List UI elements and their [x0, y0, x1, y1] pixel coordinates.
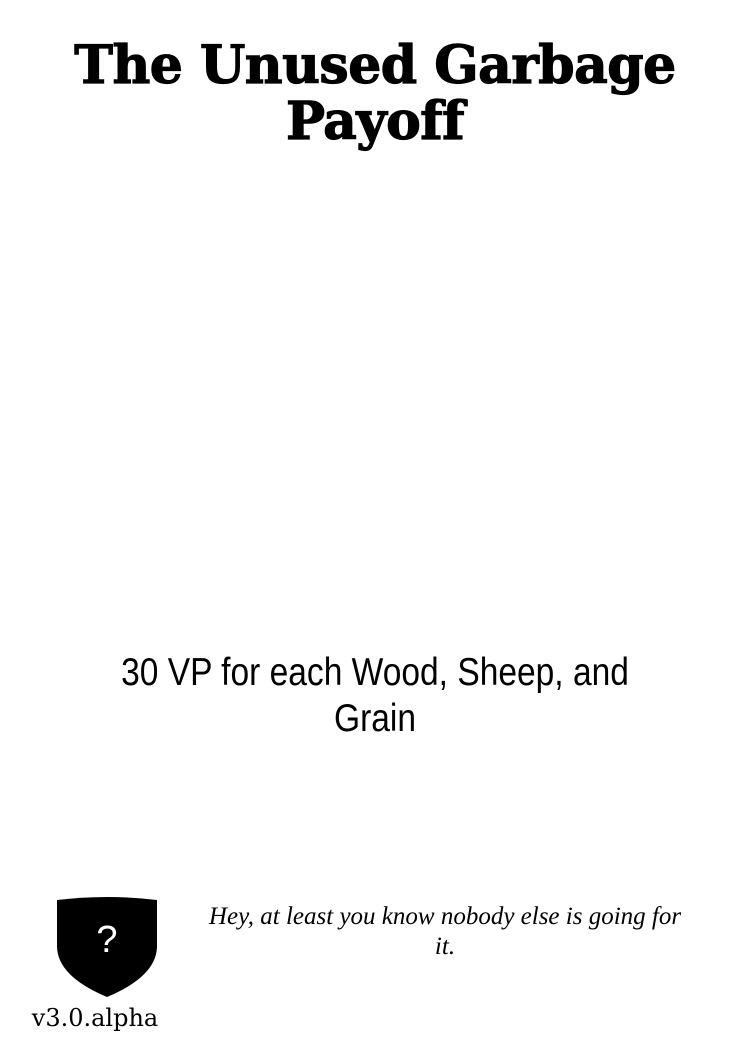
- card-flavor-text: Hey, at least you know nobody else is go…: [208, 903, 682, 960]
- card-effect-text: 30 VP for each Wood, Sheep, and Grain: [121, 651, 629, 740]
- card-title: The Unused Garbage Payoff: [74, 35, 677, 152]
- shield-icon: ?: [56, 896, 158, 998]
- card: The Unused Garbage Payoff 30 VP for each…: [0, 0, 750, 1050]
- version-label: v3.0.alpha: [31, 1004, 159, 1032]
- shield-question-mark: ?: [96, 919, 118, 961]
